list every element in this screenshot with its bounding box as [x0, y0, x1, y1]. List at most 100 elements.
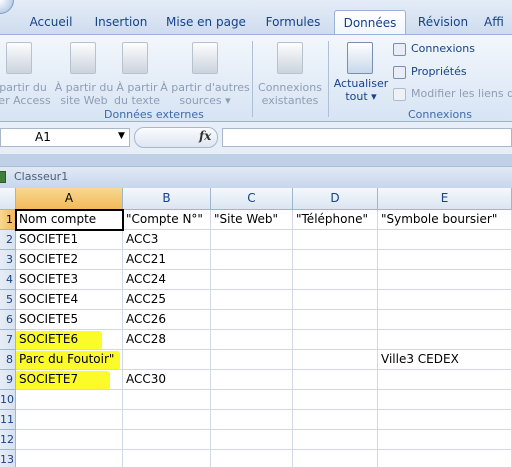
cell-c4[interactable]	[211, 270, 293, 290]
cell-b2[interactable]: ACC3	[123, 230, 211, 250]
cell-d4[interactable]	[293, 270, 378, 290]
edit-links-button[interactable]: Modifier les liens d'	[411, 87, 512, 100]
existing-connections-button[interactable]: Connexions existantes	[256, 81, 324, 107]
cell-b6[interactable]: ACC26	[123, 310, 211, 330]
cell-c10[interactable]	[211, 390, 293, 410]
cell-a2[interactable]: SOCIETE1	[16, 230, 123, 250]
cell-c9[interactable]	[211, 370, 293, 390]
refresh-all-button[interactable]: Actualiser tout ▾	[332, 77, 390, 103]
cell-a12[interactable]	[16, 430, 123, 450]
from-other-sources-button[interactable]: À partir d'autres sources ▾	[160, 81, 250, 107]
cell-a9[interactable]: SOCIETE7	[16, 370, 123, 390]
row-header[interactable]: 3	[0, 250, 16, 270]
tab-insertion[interactable]: Insertion	[88, 10, 154, 34]
cell-b10[interactable]	[123, 390, 211, 410]
cell-c11[interactable]	[211, 410, 293, 430]
tab-donnees[interactable]: Données	[334, 10, 406, 34]
office-button[interactable]	[0, 0, 14, 14]
cell-a1[interactable]: Nom compte	[16, 210, 123, 230]
cell-e5[interactable]	[378, 290, 512, 310]
row-header[interactable]: 5	[0, 290, 16, 310]
cell-e7[interactable]	[378, 330, 512, 350]
select-all-corner[interactable]	[0, 188, 16, 210]
cell-e4[interactable]	[378, 270, 512, 290]
name-box[interactable]: A1	[0, 128, 130, 147]
cell-e10[interactable]	[378, 390, 512, 410]
cell-d13[interactable]	[293, 450, 378, 467]
cell-e2[interactable]	[378, 230, 512, 250]
from-web-button[interactable]: À partir du site Web	[54, 81, 114, 107]
cell-e3[interactable]	[378, 250, 512, 270]
tab-formules[interactable]: Formules	[260, 10, 326, 34]
cell-d7[interactable]	[293, 330, 378, 350]
cell-c1[interactable]: "Site Web"	[211, 210, 293, 230]
tab-mise-en-page[interactable]: Mise en page	[162, 10, 250, 34]
cell-a4[interactable]: SOCIETE3	[16, 270, 123, 290]
from-access-button[interactable]: partir du ier Access	[0, 81, 52, 107]
cell-d9[interactable]	[293, 370, 378, 390]
cell-d5[interactable]	[293, 290, 378, 310]
row-header[interactable]: 2	[0, 230, 16, 250]
cell-d12[interactable]	[293, 430, 378, 450]
properties-button[interactable]: Propriétés	[411, 65, 467, 78]
cell-b5[interactable]: ACC25	[123, 290, 211, 310]
cell-c7[interactable]	[211, 330, 293, 350]
cell-d1[interactable]: "Téléphone"	[293, 210, 378, 230]
row-header[interactable]: 10	[0, 390, 16, 410]
row-header[interactable]: 8	[0, 350, 16, 370]
cell-e13[interactable]	[378, 450, 512, 467]
column-header-a[interactable]: A	[16, 188, 123, 210]
row-header[interactable]: 11	[0, 410, 16, 430]
cell-a11[interactable]	[16, 410, 123, 430]
cell-c8[interactable]	[211, 350, 293, 370]
cell-a5[interactable]: SOCIETE4	[16, 290, 123, 310]
cell-e8[interactable]: Ville3 CEDEX	[378, 350, 512, 370]
cell-e11[interactable]	[378, 410, 512, 430]
cell-b11[interactable]	[123, 410, 211, 430]
cell-e1[interactable]: "Symbole boursier"	[378, 210, 512, 230]
cell-d10[interactable]	[293, 390, 378, 410]
cell-b3[interactable]: ACC21	[123, 250, 211, 270]
tab-affichage[interactable]: Affi	[484, 10, 512, 34]
row-header[interactable]: 13	[0, 450, 16, 467]
cell-c2[interactable]	[211, 230, 293, 250]
cell-a7[interactable]: SOCIETE6	[16, 330, 123, 350]
cell-d11[interactable]	[293, 410, 378, 430]
cell-d8[interactable]	[293, 350, 378, 370]
cell-c5[interactable]	[211, 290, 293, 310]
cell-a6[interactable]: SOCIETE5	[16, 310, 123, 330]
cell-a8[interactable]: Parc du Foutoir"	[16, 350, 123, 370]
cell-b13[interactable]	[123, 450, 211, 467]
tab-accueil[interactable]: Accueil	[22, 10, 80, 34]
cell-d3[interactable]	[293, 250, 378, 270]
cell-b1[interactable]: "Compte N°"	[123, 210, 211, 230]
cell-a3[interactable]: SOCIETE2	[16, 250, 123, 270]
cell-e9[interactable]	[378, 370, 512, 390]
cell-d2[interactable]	[293, 230, 378, 250]
column-header-b[interactable]: B	[123, 188, 211, 210]
cell-d6[interactable]	[293, 310, 378, 330]
row-header[interactable]: 4	[0, 270, 16, 290]
row-header[interactable]: 7	[0, 330, 16, 350]
row-header[interactable]: 12	[0, 430, 16, 450]
column-header-d[interactable]: D	[293, 188, 378, 210]
column-header-e[interactable]: E	[378, 188, 512, 210]
row-header[interactable]: 1	[0, 210, 16, 230]
cell-c6[interactable]	[211, 310, 293, 330]
cell-b9[interactable]: ACC30	[123, 370, 211, 390]
chevron-down-icon[interactable]: ▼	[118, 131, 125, 141]
cell-c3[interactable]	[211, 250, 293, 270]
formula-input[interactable]	[222, 128, 512, 147]
connexions-button[interactable]: Connexions	[411, 42, 475, 55]
cell-c12[interactable]	[211, 430, 293, 450]
function-icon[interactable]: fx	[199, 129, 211, 143]
column-header-c[interactable]: C	[211, 188, 293, 210]
cell-b8[interactable]	[123, 350, 211, 370]
cell-b4[interactable]: ACC24	[123, 270, 211, 290]
cell-e12[interactable]	[378, 430, 512, 450]
row-header[interactable]: 6	[0, 310, 16, 330]
cell-b12[interactable]	[123, 430, 211, 450]
from-text-button[interactable]: À partir du texte	[114, 81, 160, 107]
cell-a13[interactable]	[16, 450, 123, 467]
cell-b7[interactable]: ACC28	[123, 330, 211, 350]
